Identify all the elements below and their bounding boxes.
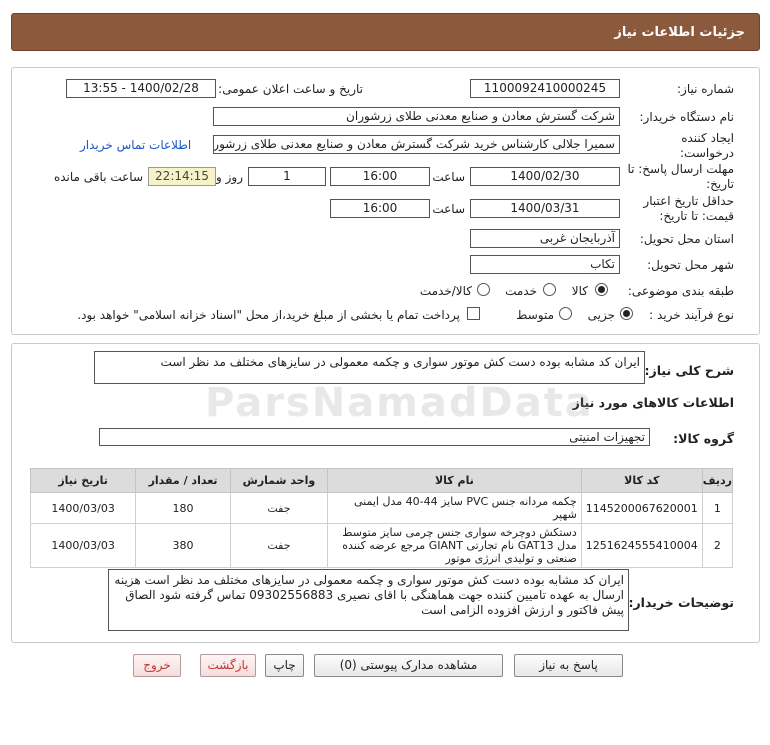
cell-row: 2: [701, 523, 734, 568]
treasury-payment-checkbox[interactable]: [467, 307, 480, 320]
table-row: 2 1251624555410004 دستکش دوچرخه سواری جن…: [29, 523, 734, 568]
days-label: روز و: [216, 170, 243, 184]
reply-time-label: ساعت: [432, 170, 465, 184]
validity-time-field: 16:00: [330, 199, 430, 218]
goods-table-header: ردیف کد کالا نام کالا واحد شمارش تعداد /…: [29, 468, 734, 493]
category-radio-goods-service[interactable]: [477, 283, 490, 296]
cell-code: 1145200067620001: [580, 492, 703, 524]
need-number-field: 1100092410000245: [470, 79, 620, 98]
col-row: ردیف: [701, 468, 734, 493]
table-row: 1 1145200067620001 چکمه مردانه جنس PVC س…: [29, 492, 734, 524]
cell-qty: 380: [135, 523, 231, 568]
cell-date: 1400/03/03: [29, 523, 137, 568]
category-option-goods-service: کالا/خدمت: [419, 284, 472, 298]
col-date: تاریخ نیاز: [29, 468, 137, 493]
buyer-notes-field: ایران کد مشابه بوده دست کش موتور سواری و…: [108, 569, 629, 631]
reply-time-field: 16:00: [330, 167, 430, 186]
province-label: استان محل تحویل:: [639, 232, 734, 246]
process-option-medium: متوسط: [516, 308, 554, 322]
col-code: کد کالا: [580, 468, 703, 493]
cell-name: دستکش دوچرخه سواری جنس چرمی سایز متوسط م…: [327, 523, 582, 568]
summary-field: ایران کد مشابه بوده دست کش موتور سواری و…: [94, 351, 645, 384]
summary-label: شرح کلی نیاز:: [644, 363, 734, 378]
process-radio-medium[interactable]: [559, 307, 572, 320]
process-type-label: نوع فرآیند خرید :: [649, 308, 734, 322]
province-field: آذربایجان غربی: [470, 229, 620, 248]
buyer-notes-label: توضیحات خریدار:: [628, 595, 734, 610]
col-name: نام کالا: [327, 468, 582, 493]
need-number-label: شماره نیاز:: [677, 82, 734, 96]
page-header: جزئیات اطلاعات نیاز: [11, 13, 760, 51]
buyer-org-field: شرکت گسترش معادن و صنایع معدنی طلای زرشو…: [213, 107, 620, 126]
category-option-goods: کالا: [571, 284, 588, 298]
remaining-time-label: ساعت باقی مانده: [53, 170, 143, 184]
validity-date-field: 1400/03/31: [470, 199, 620, 218]
announce-date-field: 1400/02/28 - 13:55: [66, 79, 216, 98]
attachments-button[interactable]: مشاهده مدارک پیوستی (0): [314, 654, 503, 677]
goods-group-field: تجهیزات امنیتی: [99, 428, 650, 446]
goods-group-label: گروه کالا:: [673, 431, 734, 446]
col-unit: واحد شمارش: [229, 468, 329, 493]
category-radio-goods[interactable]: [595, 283, 608, 296]
cell-date: 1400/03/03: [29, 492, 137, 524]
reply-date-field: 1400/02/30: [470, 167, 620, 186]
reply-button[interactable]: پاسخ به نیاز: [514, 654, 623, 677]
buyer-contact-link[interactable]: اطلاعات تماس خریدار: [80, 138, 191, 152]
exit-button[interactable]: خروج: [133, 654, 181, 677]
category-option-service: خدمت: [505, 284, 537, 298]
cell-unit: جفت: [229, 523, 329, 568]
creator-label: ایجاد کننده درخواست:: [680, 131, 734, 160]
col-qty: تعداد / مقدار: [135, 468, 231, 493]
category-label: طبقه بندی موضوعی:: [627, 284, 734, 298]
back-button[interactable]: بازگشت: [200, 654, 256, 677]
validity-time-label: ساعت: [432, 202, 465, 216]
cell-unit: جفت: [229, 492, 329, 524]
announce-date-label: تاریخ و ساعت اعلان عمومی:: [218, 82, 363, 96]
buyer-org-label: نام دستگاه خریدار:: [639, 110, 735, 124]
process-radio-minor[interactable]: [620, 307, 633, 320]
remaining-time-field: 22:14:15: [148, 167, 216, 186]
creator-field: سمیرا جلالی کارشناس خرید شرکت گسترش معاد…: [213, 135, 620, 154]
validity-label: حداقل تاریخ اعتبار قیمت: تا تاریخ:: [643, 194, 734, 223]
print-button[interactable]: چاپ: [265, 654, 304, 677]
cell-name: چکمه مردانه جنس PVC سایز 44-40 مدل ایمنی…: [327, 492, 582, 524]
reply-deadline-label: مهلت ارسال پاسخ: تا تاریخ:: [627, 162, 734, 191]
treasury-payment-note: پرداخت تمام یا بخشی از مبلغ خرید،از محل …: [77, 308, 460, 322]
category-radio-service[interactable]: [543, 283, 556, 296]
goods-info-title: اطلاعات کالاهای مورد نیاز: [572, 395, 734, 410]
page-title: جزئیات اطلاعات نیاز: [614, 25, 745, 40]
goods-table: ردیف کد کالا نام کالا واحد شمارش تعداد /…: [29, 468, 734, 568]
cell-row: 1: [701, 492, 734, 524]
cell-code: 1251624555410004: [580, 523, 703, 568]
days-field: 1: [248, 167, 326, 186]
city-label: شهر محل تحویل:: [647, 258, 734, 272]
cell-qty: 180: [135, 492, 231, 524]
process-option-minor: جزیی: [587, 308, 615, 322]
city-field: تکاب: [470, 255, 620, 274]
